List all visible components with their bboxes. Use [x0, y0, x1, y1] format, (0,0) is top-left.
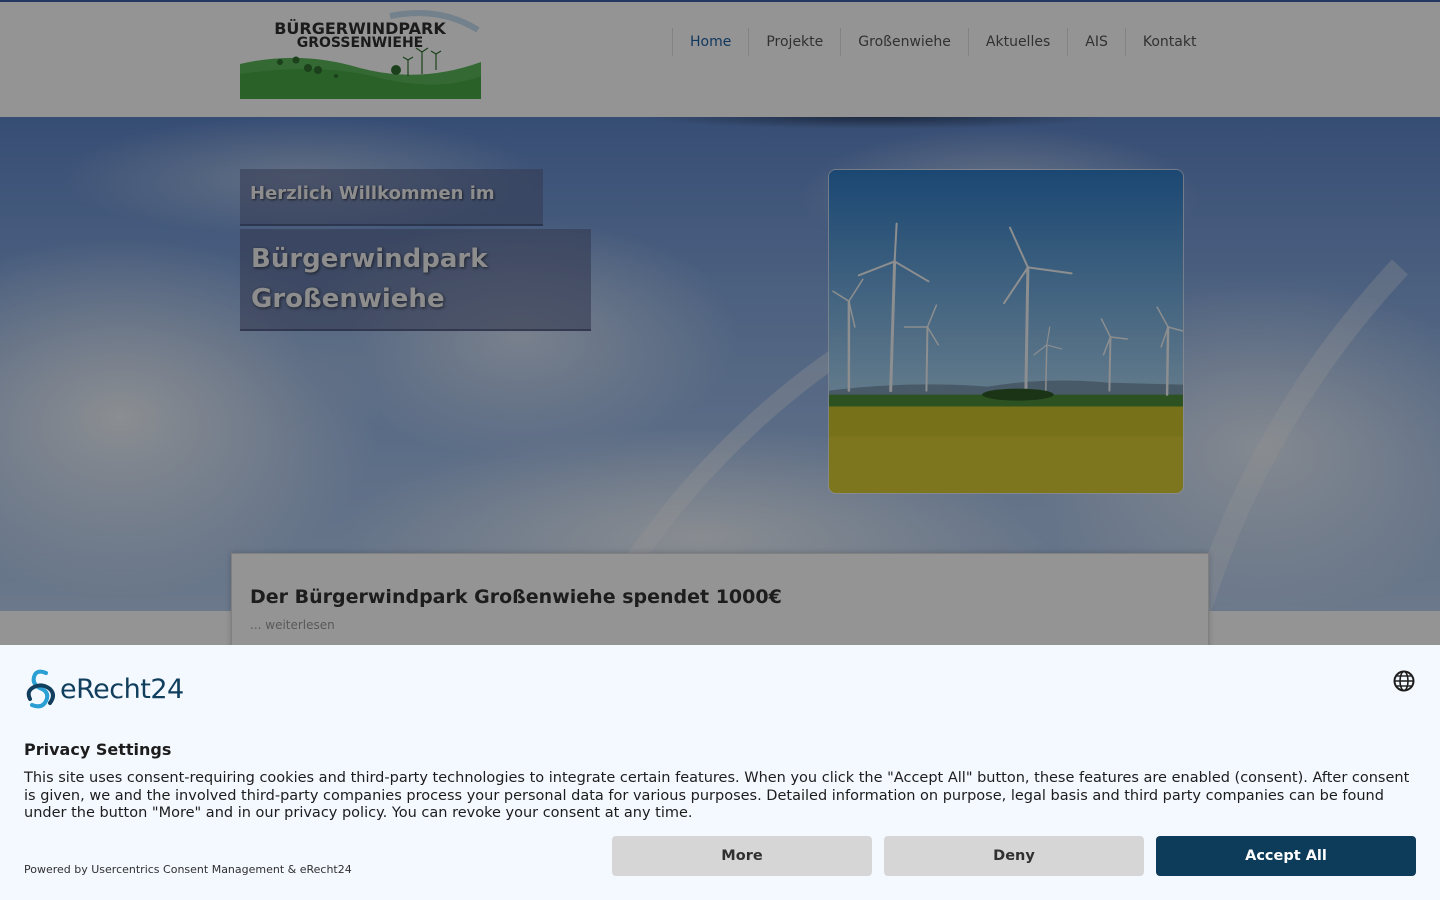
- consent-title: Privacy Settings: [24, 740, 172, 759]
- cookie-consent-banner: eRecht24 Privacy Settings This site uses…: [0, 645, 1440, 900]
- accept-all-button[interactable]: Accept All: [1156, 836, 1416, 876]
- erecht24-logo: eRecht24: [24, 669, 184, 709]
- erecht24-mark-icon: [26, 669, 55, 709]
- deny-button[interactable]: Deny: [884, 836, 1144, 876]
- erecht24-wordmark: eRecht24: [60, 673, 184, 705]
- globe-icon[interactable]: [1392, 669, 1416, 693]
- more-button[interactable]: More: [612, 836, 872, 876]
- powered-by-text: Powered by Usercentrics Consent Manageme…: [24, 863, 352, 876]
- consent-description: This site uses consent-requiring cookies…: [24, 770, 1410, 821]
